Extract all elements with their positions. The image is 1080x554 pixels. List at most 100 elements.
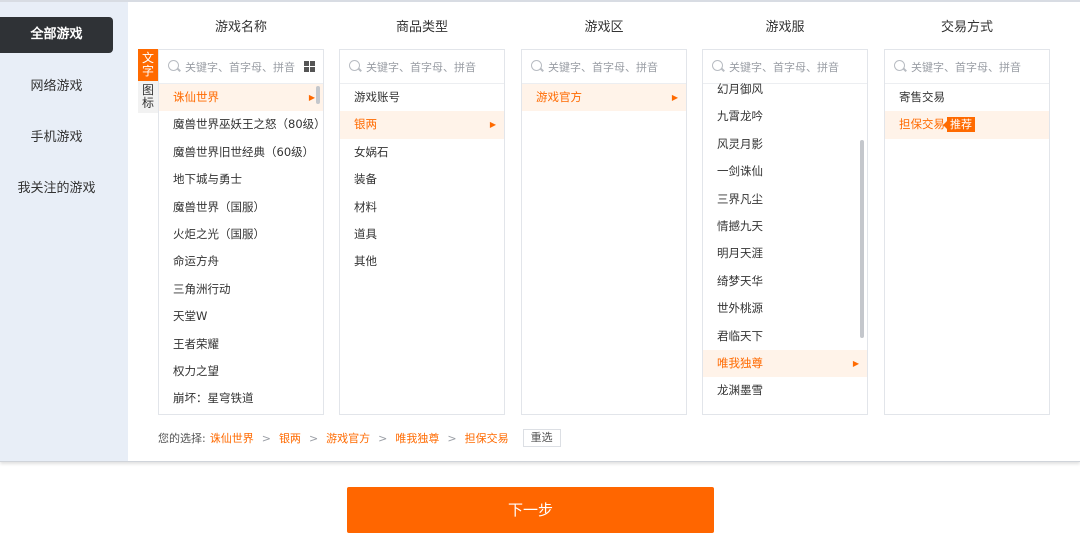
column-title-game-name: 游戏名称 [214,20,267,35]
option-list: 诛仙世界 ▶ 魔兽世界巫妖王之怒（80级） 魔兽世界旧世经典（60级） 地下城与勇士魔兽… [159,84,323,413]
list-item[interactable]: 魔兽世界（国服） [159,194,323,221]
sidebar: 全部游戏 网络游戏 手机游戏 我关注的游戏 [0,2,128,461]
search-icon [712,60,723,71]
game-zone-search-input[interactable] [548,58,666,76]
list-item-label: 权力之望 [173,363,219,378]
list-item[interactable]: 王者荣耀 [159,331,323,358]
breadcrumb-item[interactable]: 担保交易 [465,430,509,446]
list-item-label: 道具 [354,226,377,241]
list-item-selected[interactable]: 游戏官方 ▶ [522,84,686,112]
breadcrumb-item[interactable]: 游戏官方 [326,430,370,446]
option-list: 幻月御风九霄龙吟风灵月影一剑诛仙三界凡尘情撼九天 明月天涯绮梦天华世外桃源 君临天下… [703,76,867,405]
reset-button[interactable]: 重选 [522,429,561,447]
search-box [340,50,504,84]
list-item[interactable]: 道具 [340,221,504,248]
breadcrumb-item[interactable]: 银两 [279,430,301,446]
list-item-label: 游戏官方 [536,90,582,104]
list-item[interactable]: 崩坏：星穹铁道 [159,385,323,412]
list-item-label: 诛仙世界 [173,90,219,104]
game-name-search-input[interactable] [185,58,303,76]
list-item[interactable]: 绮梦天华 [703,268,867,295]
search-icon [349,60,360,71]
list-item[interactable]: 九霄龙吟 [703,103,867,130]
list-item[interactable]: 魔兽世界旧世经典（60级） [159,139,323,166]
icon-view-toggle[interactable]: 图标 [138,81,158,113]
list-item-selected[interactable]: 唯我独尊 ▶ [703,349,867,378]
option-list: 游戏账号银两 ▶ 女娲石装备材料道具其他 [340,84,504,276]
text-view-toggle[interactable]: 文字 [138,49,158,81]
list-item-label: 三界凡尘 [717,191,763,206]
game-server-search-input[interactable] [729,58,847,76]
list-item-label: 一剑诛仙 [717,164,763,179]
list-item[interactable]: 火炬之光（国服） [159,221,323,248]
column-game-zone: 游戏官方 ▶ [521,49,687,415]
list-item[interactable]: 幻月御风 [703,76,867,103]
scrollbar[interactable] [316,86,320,104]
list-item[interactable]: 三界凡尘 [703,186,867,213]
list-item[interactable]: 权力之望 [159,358,323,385]
list-item-selected[interactable]: 担保交易 推荐 [885,111,1049,139]
list-item-label: 寄售交易 [899,90,945,104]
list-item[interactable]: 世外桃源 [703,295,867,322]
search-icon [894,60,905,71]
list-item-label: 地下城与勇士 [173,172,242,187]
list-item-label: 材料 [354,199,377,214]
list-item[interactable]: 情撼九天 [703,213,867,240]
list-item-label: 游戏账号 [354,90,400,104]
list-item-label: 唯我独尊 [717,355,763,370]
search-box [885,50,1049,84]
list-item-selected[interactable]: 诛仙世界 ▶ [159,84,323,112]
list-item-label: 绮梦天华 [717,273,763,288]
list-item[interactable]: 命运方舟 [159,248,323,275]
selection-breadcrumb: 您的选择: 诛仙世界 > 银两 > 游戏官方 > 唯我独尊 > 担保交易 重选 [158,429,561,447]
next-step-button[interactable]: 下一步 [347,487,714,533]
list-item-label: 命运方舟 [173,254,219,269]
list-item[interactable]: 装备 [340,166,504,193]
column-game-server: 幻月御风九霄龙吟风灵月影一剑诛仙三界凡尘情撼九天明月天涯绮梦天华世外桃源君临天下… [702,49,868,415]
list-item[interactable]: 一剑诛仙 [703,158,867,185]
list-item[interactable]: 三角洲行动 [159,276,323,303]
list-item[interactable]: 君临天下 [703,323,867,350]
option-list: 游戏官方 ▶ [522,84,686,112]
sidebar-item-mobile-games[interactable]: 手机游戏 [0,120,113,156]
column-trade-method: 寄售交易担保交易推荐 [884,49,1050,415]
sidebar-item-all-games[interactable]: 全部游戏 [0,17,113,53]
grid-view-icon[interactable] [304,61,315,72]
list-item[interactable]: 天堂W [159,303,323,330]
list-item[interactable]: 风灵月影 [703,131,867,158]
list-item[interactable]: 寄售交易 [885,84,1049,111]
scrollbar[interactable] [860,140,864,338]
breadcrumb-item[interactable]: 唯我独尊 [395,430,439,446]
chevron-right-icon: > [261,431,271,445]
list-item-label: 九霄龙吟 [717,109,763,124]
list-item[interactable]: 材料 [340,194,504,221]
list-item-label: 担保交易 [899,117,945,132]
list-item[interactable]: 魔兽世界巫妖王之怒（80级） [159,111,323,138]
list-item[interactable]: 游戏账号 [340,84,504,111]
list-item-label: 魔兽世界巫妖王之怒（80级） [173,117,324,132]
list-item[interactable]: 其他 [340,248,504,275]
list-item-label: 龙渊墨雪 [717,383,763,398]
sidebar-item-online-games[interactable]: 网络游戏 [0,69,113,105]
caret-right-icon: ▶ [852,358,859,368]
product-type-search-input[interactable] [366,58,484,76]
list-item-label: 三角洲行动 [173,281,231,296]
list-item-label: 银两 [354,117,377,132]
list-item-label: 其他 [354,254,377,269]
trade-method-search-input[interactable] [911,58,1029,76]
list-item[interactable]: 地下城与勇士 [159,166,323,193]
list-item-selected[interactable]: 银两 ▶ [340,111,504,139]
list-item[interactable]: 龙渊墨雪 [703,377,867,404]
sidebar-item-followed-games[interactable]: 我关注的游戏 [0,171,113,207]
chevron-right-icon: > [308,431,319,445]
list-item-label: 魔兽世界（国服） [173,199,265,214]
column-product-type: 游戏账号银两 ▶ 女娲石装备材料道具其他 [339,49,505,415]
breadcrumb-item[interactable]: 诛仙世界 [210,430,254,446]
caret-right-icon: ▶ [671,93,678,102]
list-item[interactable]: 明月天涯 [703,240,867,267]
list-item-label: 崩坏：星穹铁道 [173,391,254,406]
list-item-label: 王者荣耀 [173,336,219,351]
column-title-product-type: 商品类型 [395,20,448,35]
list-item-label: 女娲石 [354,144,389,159]
list-item[interactable]: 女娲石 [340,139,504,166]
